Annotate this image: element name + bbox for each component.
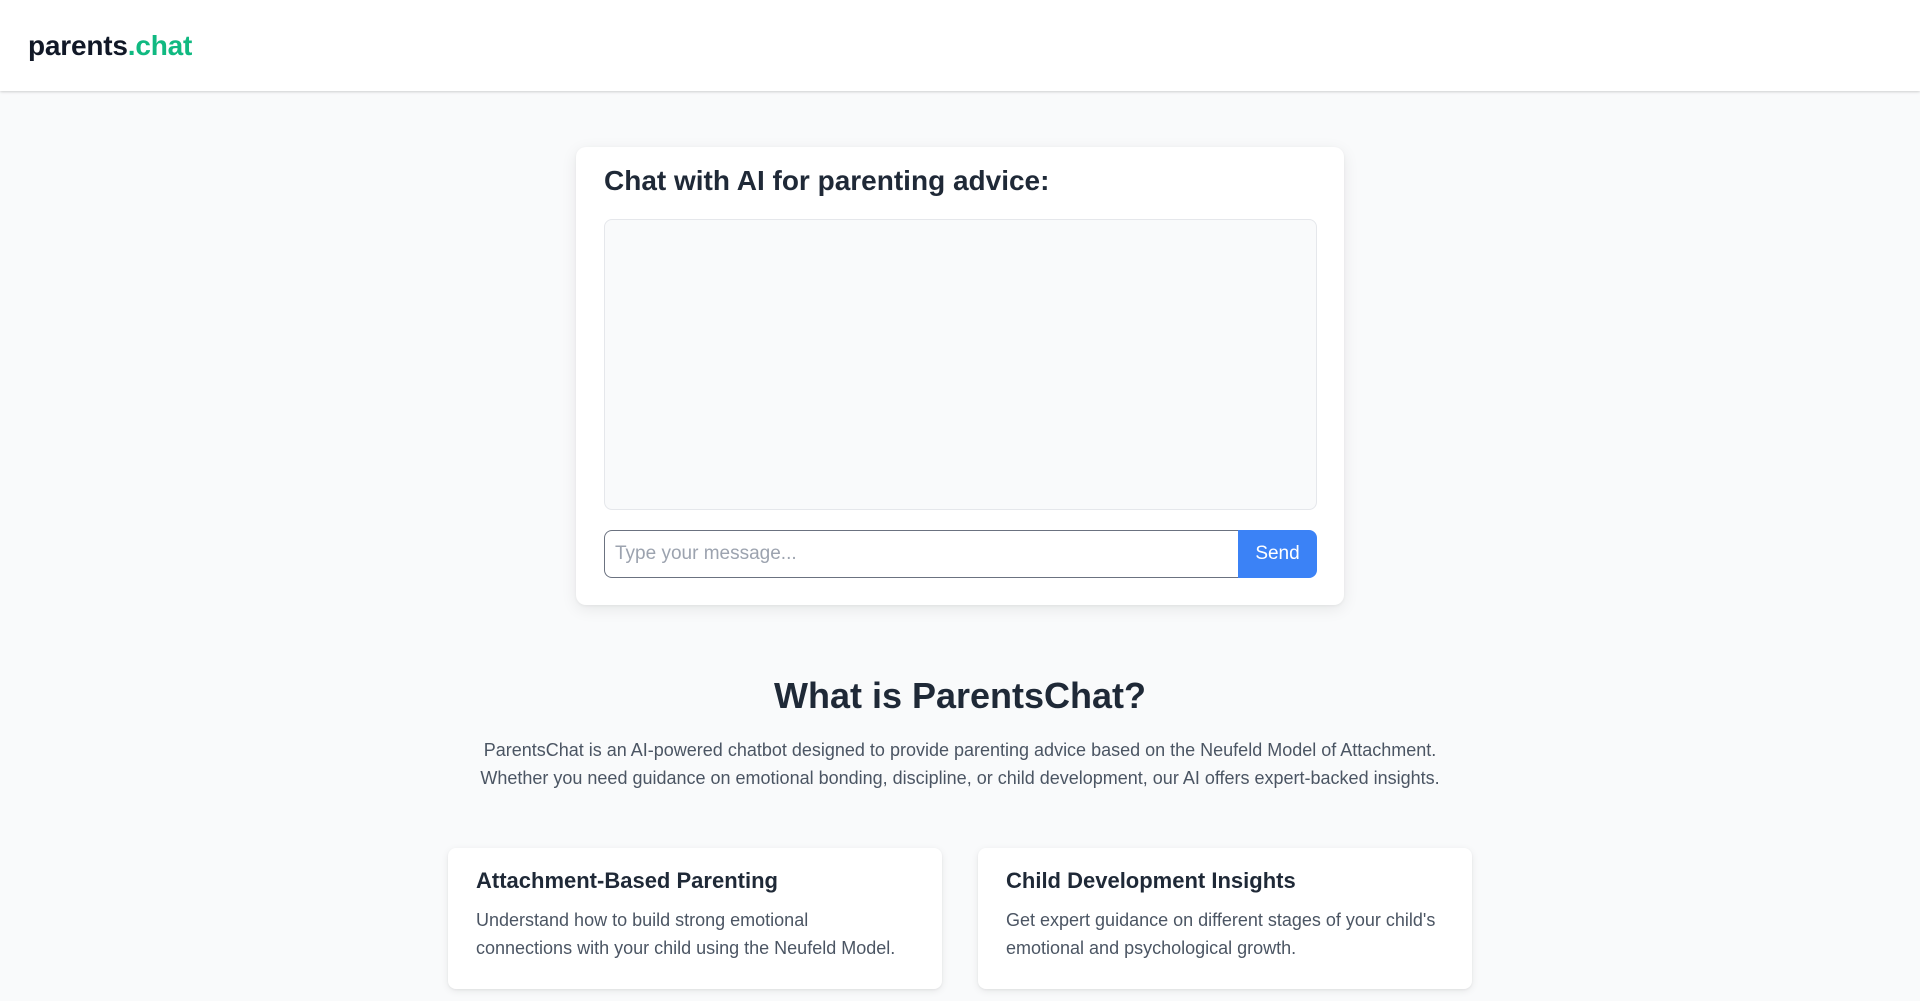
logo-accent-text: .chat xyxy=(127,29,193,61)
about-description: ParentsChat is an AI-powered chatbot des… xyxy=(360,736,1560,792)
site-header: parents.chat xyxy=(0,0,1920,91)
feature-card-attachment: Attachment-Based Parenting Understand ho… xyxy=(448,848,942,989)
chat-title: Chat with AI for parenting advice: xyxy=(604,165,1050,196)
chat-card: Chat with AI for parenting advice: Send xyxy=(576,147,1344,605)
feature-card-development: Child Development Insights Get expert gu… xyxy=(978,848,1472,989)
feature-title: Attachment-Based Parenting xyxy=(476,868,778,893)
logo-main-text: parents xyxy=(28,29,128,61)
send-button[interactable]: Send xyxy=(1238,530,1317,578)
about-description-line: ParentsChat is an AI-powered chatbot des… xyxy=(483,740,1437,760)
feature-description-line: Get expert guidance on different stages … xyxy=(1006,910,1436,930)
about-description-line: Whether you need guidance on emotional b… xyxy=(480,768,1440,788)
message-input[interactable] xyxy=(604,530,1238,578)
feature-description: Understand how to build strong emotional… xyxy=(476,906,914,962)
logo[interactable]: parents.chat xyxy=(28,30,192,62)
feature-description-line: emotional and psychological growth. xyxy=(1006,938,1297,958)
chat-input-row: Send xyxy=(604,530,1317,578)
chat-messages-area[interactable] xyxy=(604,219,1317,510)
feature-title: Child Development Insights xyxy=(1006,868,1296,893)
feature-description: Get expert guidance on different stages … xyxy=(1006,906,1444,962)
about-heading: What is ParentsChat? xyxy=(773,675,1147,716)
feature-description-line: connections with your child using the Ne… xyxy=(476,938,896,958)
feature-description-line: Understand how to build strong emotional xyxy=(476,910,809,930)
